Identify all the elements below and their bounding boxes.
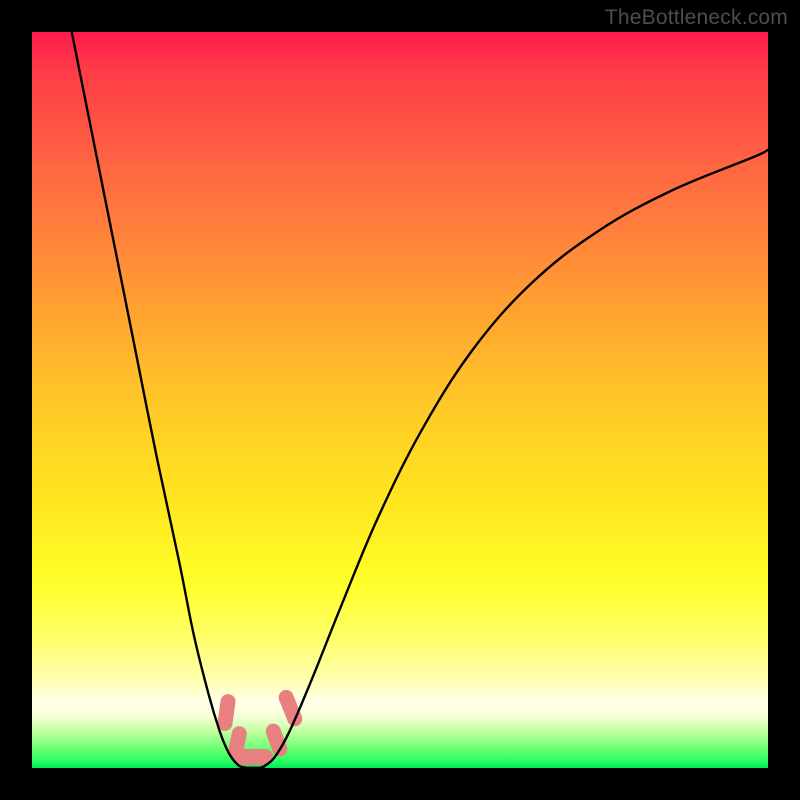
- chart-plot-area: [32, 32, 768, 768]
- chart-curve-svg: [32, 32, 768, 768]
- bottleneck-curve: [72, 32, 768, 768]
- watermark-text: TheBottleneck.com: [605, 6, 788, 30]
